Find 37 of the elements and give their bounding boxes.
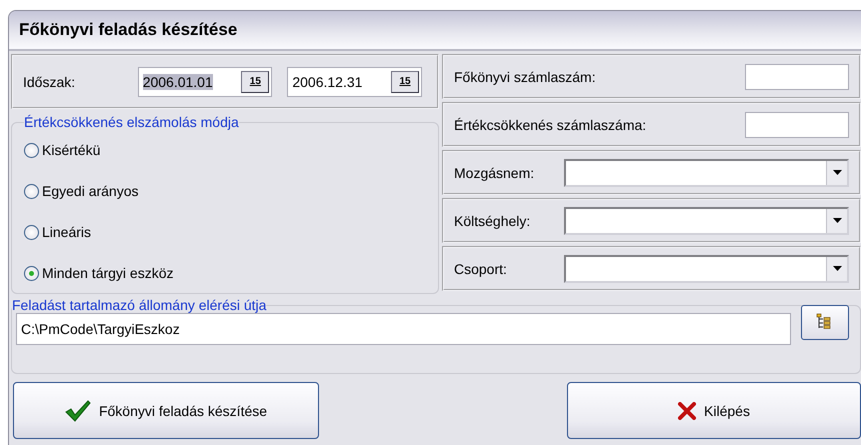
date-value: 2006.01.01	[142, 74, 213, 90]
calendar-button[interactable]: 15	[241, 70, 270, 92]
group-legend: Értékcsökkenés elszámolás módja	[24, 114, 239, 130]
input-field[interactable]	[745, 64, 849, 90]
date-field[interactable]: 2006.01.01 15	[138, 66, 272, 96]
option-label: Lineáris	[42, 224, 92, 240]
radio-button[interactable]	[24, 142, 39, 158]
group-legend: Feladást tartalmazó állomány elérési útja	[12, 297, 266, 313]
option-label: Kisértékü	[42, 142, 100, 158]
dropdown-arrow-icon	[832, 218, 842, 223]
window-title: Főkönyvi feladás készítése	[9, 11, 861, 51]
radio-button[interactable]	[24, 184, 39, 198]
browse-button[interactable]	[801, 304, 849, 340]
date-value: 2006.12.31	[292, 74, 362, 90]
path-field[interactable]: C:\PmCode\TargyiEszkoz	[16, 313, 791, 345]
checkmark-icon	[64, 400, 91, 422]
period-label: Időszak:	[23, 74, 76, 90]
dropdown-arrow-icon	[832, 170, 842, 175]
field-label: Mozgásnem:	[454, 164, 536, 180]
dropdown-field[interactable]	[564, 206, 849, 234]
option-label: Egyedi arányos	[42, 183, 139, 199]
create-button[interactable]: Főkönyvi feladás készítése	[13, 382, 319, 439]
exit-button[interactable]: Kilépés	[567, 382, 861, 439]
close-icon	[678, 402, 696, 420]
field-label: Költséghely:	[454, 212, 532, 228]
dropdown-arrow-icon	[832, 266, 842, 271]
option-label: Minden tárgyi eszköz	[42, 265, 174, 281]
calendar-button[interactable]: 15	[391, 70, 419, 92]
field-label: Csoport:	[454, 260, 508, 276]
radio-button[interactable]	[24, 224, 39, 240]
input-field[interactable]	[745, 112, 849, 138]
dropdown-field[interactable]	[564, 158, 849, 186]
date-field[interactable]: 2006.12.31 15	[287, 66, 422, 96]
field-label: Főkönyvi számlaszám:	[454, 68, 596, 84]
dropdown-field[interactable]	[564, 254, 849, 282]
radio-button[interactable]	[24, 266, 39, 280]
field-label: Értékcsökkenés számlaszáma:	[454, 116, 646, 132]
